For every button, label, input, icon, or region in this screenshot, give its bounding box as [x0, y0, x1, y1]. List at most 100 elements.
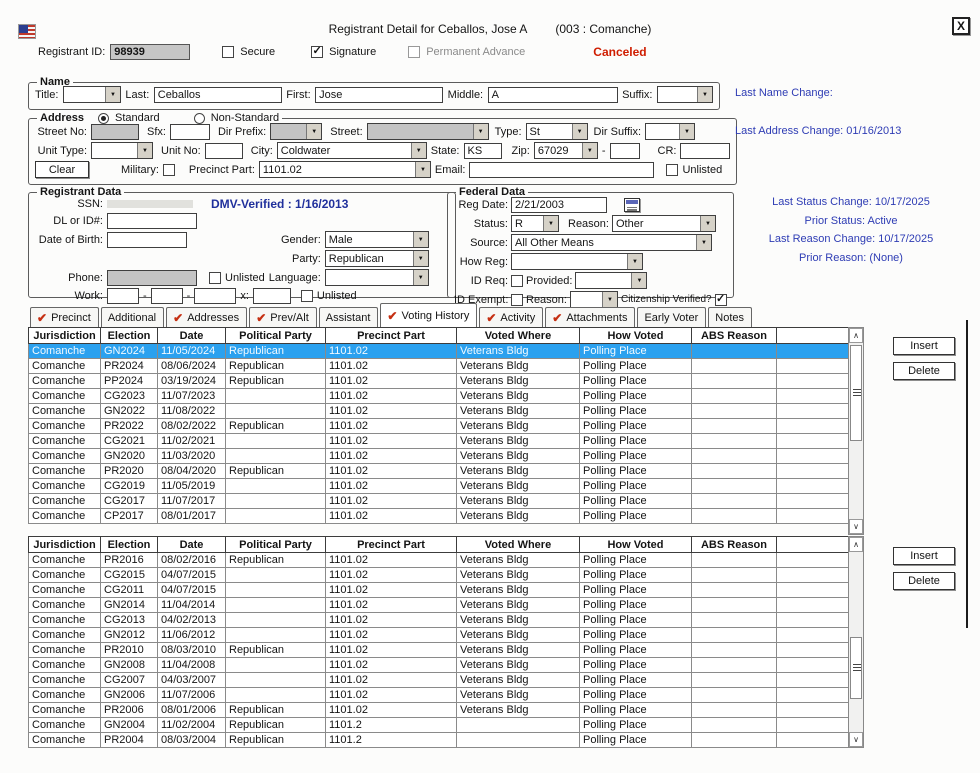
- table-row[interactable]: ComancheGN202411/05/2024Republican1101.0…: [29, 344, 849, 359]
- work-area-field[interactable]: [107, 288, 139, 304]
- phone-field[interactable]: [107, 270, 197, 286]
- table-row[interactable]: ComancheGN202211/08/20221101.02Veterans …: [29, 404, 849, 419]
- delete-button-top[interactable]: Delete: [893, 362, 955, 380]
- table-row[interactable]: ComanchePR200408/03/2004Republican1101.2…: [29, 733, 849, 748]
- status-select[interactable]: R▼: [511, 215, 559, 232]
- source-select[interactable]: All Other Means▼: [511, 234, 712, 251]
- sfx-field[interactable]: [170, 124, 210, 140]
- dl-id-field[interactable]: [107, 213, 197, 229]
- city-select[interactable]: Coldwater▼: [277, 142, 427, 159]
- table-row[interactable]: ComanchePP202403/19/2024Republican1101.0…: [29, 374, 849, 389]
- table-row[interactable]: ComancheGN200811/04/20081101.02Veterans …: [29, 658, 849, 673]
- dir-prefix-select[interactable]: ▼: [270, 123, 322, 140]
- insert-button-bottom[interactable]: Insert: [893, 547, 955, 565]
- language-select[interactable]: ▼: [325, 269, 429, 286]
- scroll-up-icon[interactable]: ∧: [849, 537, 863, 552]
- delete-button-bottom[interactable]: Delete: [893, 572, 955, 590]
- tab-prev-alt[interactable]: ✔Prev/Alt: [249, 307, 317, 327]
- table-row[interactable]: ComancheCG202311/07/20231101.02Veterans …: [29, 389, 849, 404]
- table-row[interactable]: ComancheCG200704/03/20071101.02Veterans …: [29, 673, 849, 688]
- table-row[interactable]: ComanchePR202208/02/2022Republican1101.0…: [29, 419, 849, 434]
- cr-field[interactable]: [680, 143, 730, 159]
- id-exempt-checkbox[interactable]: [511, 294, 523, 306]
- scroll-down-icon[interactable]: ∨: [849, 732, 863, 747]
- table-row[interactable]: ComancheCG202111/02/20211101.02Veterans …: [29, 434, 849, 449]
- reg-date-field[interactable]: 2/21/2003: [511, 197, 607, 213]
- scroll-thumb[interactable]: [850, 345, 862, 441]
- citizenship-checkbox[interactable]: [715, 294, 727, 306]
- column-header[interactable]: Election: [101, 537, 158, 553]
- gender-select[interactable]: Male▼: [325, 231, 429, 248]
- table-row[interactable]: ComancheGN202011/03/20201101.02Veterans …: [29, 449, 849, 464]
- unit-type-select[interactable]: ▼: [91, 142, 153, 159]
- address-unlisted-checkbox[interactable]: [666, 164, 678, 176]
- tab-additional[interactable]: Additional: [101, 307, 164, 327]
- column-header[interactable]: Jurisdiction: [29, 537, 101, 553]
- suffix-select[interactable]: ▼: [657, 86, 713, 103]
- last-name-field[interactable]: Ceballos: [154, 87, 282, 103]
- id-req-checkbox[interactable]: [511, 275, 523, 287]
- table-row[interactable]: ComancheCG201711/07/20171101.02Veterans …: [29, 494, 849, 509]
- tab-addresses[interactable]: ✔Addresses: [166, 307, 247, 327]
- work-line-field[interactable]: [194, 288, 236, 304]
- scroll-up-icon[interactable]: ∧: [849, 328, 863, 343]
- scrollbar-top[interactable]: ∧ ∨: [848, 327, 864, 535]
- registrant-id-field[interactable]: 98939: [110, 44, 190, 60]
- table-row[interactable]: ComancheCG201911/05/20191101.02Veterans …: [29, 479, 849, 494]
- close-icon[interactable]: X: [952, 17, 970, 35]
- dob-field[interactable]: [107, 232, 187, 248]
- signature-checkbox[interactable]: [311, 46, 323, 58]
- dir-suffix-select[interactable]: ▼: [645, 123, 695, 140]
- column-header[interactable]: How Voted: [580, 537, 692, 553]
- table-row[interactable]: ComancheGN201411/04/20141101.02Veterans …: [29, 598, 849, 613]
- scroll-down-icon[interactable]: ∨: [849, 519, 863, 534]
- tab-attachments[interactable]: ✔Attachments: [545, 307, 635, 327]
- tab-early-voter[interactable]: Early Voter: [637, 307, 706, 327]
- non-standard-radio[interactable]: [194, 113, 205, 124]
- column-header[interactable]: ABS Reason: [692, 537, 777, 553]
- tab-activity[interactable]: ✔Activity: [479, 307, 543, 327]
- column-header[interactable]: Date: [158, 328, 226, 344]
- table-row[interactable]: ComanchePR201008/03/2010Republican1101.0…: [29, 643, 849, 658]
- precinct-part-select[interactable]: 1101.02▼: [259, 161, 431, 178]
- how-reg-select[interactable]: ▼: [511, 253, 643, 270]
- column-header[interactable]: Voted Where: [457, 537, 580, 553]
- column-header[interactable]: How Voted: [580, 328, 692, 344]
- work-unlisted-checkbox[interactable]: [301, 290, 313, 302]
- standard-radio[interactable]: [98, 113, 109, 124]
- military-checkbox[interactable]: [163, 164, 175, 176]
- type-select[interactable]: St▼: [526, 123, 588, 140]
- column-header[interactable]: [777, 537, 849, 553]
- street-select[interactable]: ▼: [367, 123, 489, 140]
- table-row[interactable]: ComancheGN200611/07/20061101.02Veterans …: [29, 688, 849, 703]
- table-row[interactable]: ComancheCP201708/01/20171101.02Veterans …: [29, 509, 849, 524]
- state-field[interactable]: KS: [464, 143, 502, 159]
- secure-checkbox[interactable]: [222, 46, 234, 58]
- column-header[interactable]: Election: [101, 328, 158, 344]
- column-header[interactable]: Precinct Part: [326, 328, 457, 344]
- reason-select[interactable]: Other▼: [612, 215, 716, 232]
- tab-voting-history[interactable]: ✔Voting History: [380, 303, 477, 327]
- email-field[interactable]: [469, 162, 654, 178]
- scrollbar-bottom[interactable]: ∧ ∨: [848, 536, 864, 748]
- unit-no-field[interactable]: [205, 143, 243, 159]
- table-row[interactable]: ComancheGN200411/02/2004Republican1101.2…: [29, 718, 849, 733]
- provided-select[interactable]: ▼: [575, 272, 647, 289]
- work-prefix-field[interactable]: [151, 288, 183, 304]
- tab-notes[interactable]: Notes: [708, 307, 752, 327]
- table-row[interactable]: ComanchePR202408/06/2024Republican1101.0…: [29, 359, 849, 374]
- zip-select[interactable]: 67029▼: [534, 142, 598, 159]
- work-ext-field[interactable]: [253, 288, 291, 304]
- table-row[interactable]: ComanchePR200608/01/2006Republican1101.0…: [29, 703, 849, 718]
- tab-assistant[interactable]: Assistant: [319, 307, 379, 327]
- middle-name-field[interactable]: A: [488, 87, 618, 103]
- tab-precinct[interactable]: ✔Precinct: [30, 307, 99, 327]
- column-header[interactable]: Date: [158, 537, 226, 553]
- table-row[interactable]: ComancheCG201504/07/20151101.02Veterans …: [29, 568, 849, 583]
- calendar-icon[interactable]: [624, 198, 640, 212]
- first-name-field[interactable]: Jose: [315, 87, 443, 103]
- party-select[interactable]: Republican▼: [325, 250, 429, 267]
- table-row[interactable]: ComanchePR201608/02/2016Republican1101.0…: [29, 553, 849, 568]
- scroll-thumb[interactable]: [850, 637, 862, 699]
- zip4-field[interactable]: [610, 143, 640, 159]
